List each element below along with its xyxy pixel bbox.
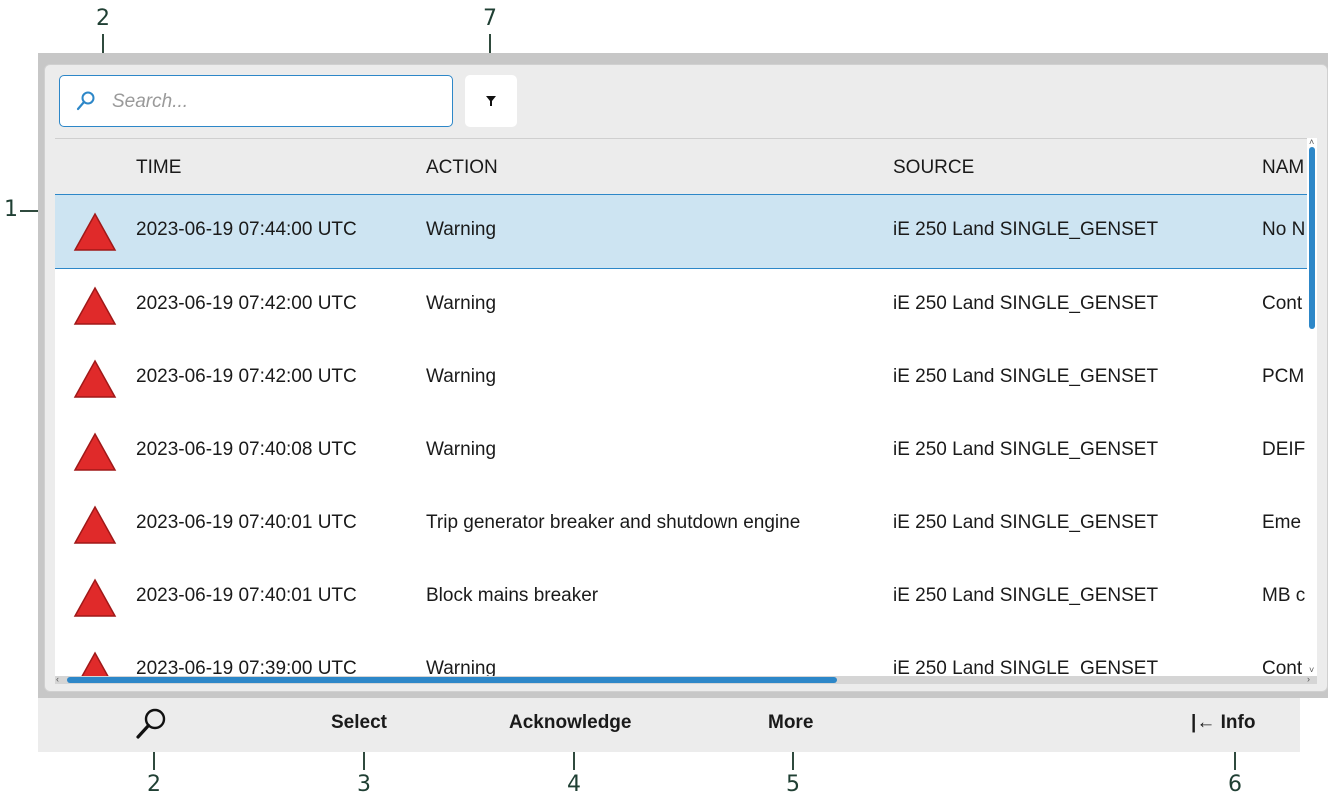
warning-triangle-icon xyxy=(73,578,117,617)
cell-name: MB c xyxy=(1262,585,1306,606)
warning-triangle-icon xyxy=(73,212,117,251)
vertical-scrollbar-thumb[interactable] xyxy=(1309,147,1315,329)
cell-source: iE 250 Land SINGLE_GENSET xyxy=(893,439,1159,460)
callout-3: 3 xyxy=(357,772,371,797)
cell-time: 2023-06-19 07:40:08 UTC xyxy=(136,439,357,460)
alarm-table: TIME ACTION SOURCE NAM 2023-06-19 07:44:… xyxy=(55,138,1317,678)
column-header-action[interactable]: ACTION xyxy=(426,157,498,179)
cell-action: Block mains breaker xyxy=(426,585,599,606)
scroll-right-arrow-icon[interactable]: › xyxy=(1307,674,1310,684)
cell-action: Trip generator breaker and shutdown engi… xyxy=(426,512,801,533)
alarm-panel: TIME ACTION SOURCE NAM 2023-06-19 07:44:… xyxy=(44,64,1328,692)
cell-time: 2023-06-19 07:40:01 UTC xyxy=(136,512,357,533)
warning-triangle-icon xyxy=(73,359,117,398)
warning-triangle-icon xyxy=(73,505,117,544)
table-row[interactable]: 2023-06-19 07:39:00 UTC Warning iE 250 L… xyxy=(55,634,1317,678)
cell-time: 2023-06-19 07:39:00 UTC xyxy=(136,658,357,678)
cell-time: 2023-06-19 07:44:00 UTC xyxy=(136,219,357,240)
filter-button[interactable] xyxy=(465,75,517,127)
cell-name: Eme xyxy=(1262,512,1302,533)
cell-source: iE 250 Land SINGLE_GENSET xyxy=(893,658,1159,678)
cell-name: No N xyxy=(1262,219,1306,240)
table-row[interactable]: 2023-06-19 07:40:01 UTC Block mains brea… xyxy=(55,561,1317,635)
search-icon xyxy=(76,91,95,111)
warning-triangle-icon xyxy=(73,432,117,471)
cell-time: 2023-06-19 07:40:01 UTC xyxy=(136,585,357,606)
collapse-left-icon: |← xyxy=(1191,712,1216,733)
callout-2-bottom: 2 xyxy=(147,772,161,797)
cell-source: iE 250 Land SINGLE_GENSET xyxy=(893,293,1159,314)
table-row[interactable]: 2023-06-19 07:40:01 UTC Trip generator b… xyxy=(55,488,1317,562)
cell-name: DEIF xyxy=(1262,439,1306,460)
cell-action: Warning xyxy=(426,293,497,314)
scroll-up-arrow-icon[interactable]: ˄ xyxy=(1309,137,1314,147)
column-header-time[interactable]: TIME xyxy=(136,157,181,179)
table-row[interactable]: 2023-06-19 07:42:00 UTC Warning iE 250 L… xyxy=(55,342,1317,416)
warning-triangle-icon xyxy=(80,651,110,678)
search-box[interactable] xyxy=(59,75,453,127)
column-header-name[interactable]: NAM xyxy=(1262,157,1304,179)
cell-source: iE 250 Land SINGLE_GENSET xyxy=(893,366,1159,387)
search-icon[interactable] xyxy=(134,706,170,742)
callout-4: 4 xyxy=(567,772,581,797)
more-button[interactable]: More xyxy=(768,712,813,734)
cell-name: Cont xyxy=(1262,658,1303,678)
callout-6: 6 xyxy=(1228,772,1242,797)
callout-5: 5 xyxy=(786,772,800,797)
search-input[interactable] xyxy=(110,87,434,117)
scroll-left-arrow-icon[interactable]: ‹ xyxy=(56,674,59,684)
bottom-toolbar: Select Acknowledge More |← Info xyxy=(38,698,1300,752)
column-header-source[interactable]: SOURCE xyxy=(893,157,974,179)
select-button[interactable]: Select xyxy=(331,712,387,734)
table-row[interactable]: 2023-06-19 07:44:00 UTC Warning iE 250 L… xyxy=(55,194,1317,269)
info-button-label: Info xyxy=(1220,712,1256,733)
cell-action: Warning xyxy=(426,439,497,460)
cell-name: PCM xyxy=(1262,366,1305,387)
table-row[interactable]: 2023-06-19 07:40:08 UTC Warning iE 250 L… xyxy=(55,415,1317,489)
callout-2-top: 2 xyxy=(96,6,110,31)
cell-source: iE 250 Land SINGLE_GENSET xyxy=(893,585,1159,606)
callout-7: 7 xyxy=(483,6,497,31)
callout-1: 1 xyxy=(4,197,18,222)
cell-time: 2023-06-19 07:42:00 UTC xyxy=(136,366,357,387)
cell-name: Cont xyxy=(1262,293,1303,314)
horizontal-scrollbar-thumb[interactable] xyxy=(67,677,837,683)
table-row[interactable]: 2023-06-19 07:42:00 UTC Warning iE 250 L… xyxy=(55,269,1317,343)
cell-time: 2023-06-19 07:42:00 UTC xyxy=(136,293,357,314)
info-button[interactable]: |← Info xyxy=(1191,712,1255,734)
cell-action: Warning xyxy=(426,658,497,678)
table-header: TIME ACTION SOURCE NAM xyxy=(55,138,1317,195)
warning-triangle-icon xyxy=(73,286,117,325)
acknowledge-button[interactable]: Acknowledge xyxy=(509,712,631,734)
filter-icon xyxy=(486,96,496,106)
cell-source: iE 250 Land SINGLE_GENSET xyxy=(893,512,1159,533)
cell-action: Warning xyxy=(426,366,497,387)
cell-action: Warning xyxy=(426,219,497,240)
cell-source: iE 250 Land SINGLE_GENSET xyxy=(893,219,1159,240)
